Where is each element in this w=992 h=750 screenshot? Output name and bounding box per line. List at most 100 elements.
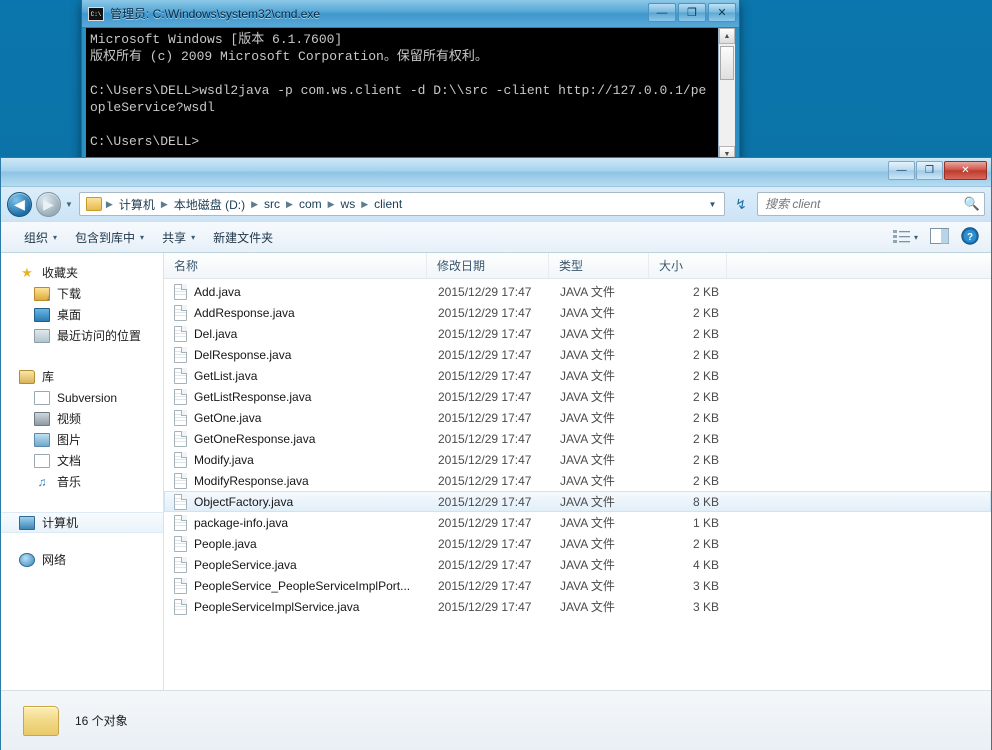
cmd-icon: C:\ — [88, 6, 104, 21]
folder-icon — [85, 197, 102, 211]
explorer-restore-button[interactable]: ❐ — [916, 161, 943, 180]
search-icon[interactable]: 🔍 — [964, 196, 980, 212]
table-row[interactable]: Del.java 2015/12/29 17:47 JAVA 文件 2 KB — [164, 323, 991, 344]
file-name-cell[interactable]: People.java — [165, 535, 428, 552]
back-button[interactable]: ◀ — [7, 191, 32, 217]
refresh-button[interactable]: ↯ — [729, 192, 753, 216]
documents-icon — [34, 453, 50, 468]
breadcrumb-item-src[interactable]: src — [259, 195, 285, 213]
table-row[interactable]: Modify.java 2015/12/29 17:47 JAVA 文件 2 KB — [164, 449, 991, 470]
breadcrumb-item-com[interactable]: com — [294, 195, 327, 213]
sidebar-item-documents[interactable]: 文档 — [1, 450, 163, 471]
table-row[interactable]: GetListResponse.java 2015/12/29 17:47 JAVA… — [164, 386, 991, 407]
sidebar-label-libraries: 库 — [42, 370, 55, 384]
file-name-label: Add.java — [194, 284, 241, 299]
explorer-close-button[interactable]: ✕ — [944, 161, 987, 180]
cmd-console-body[interactable]: Microsoft Windows [版本 6.1.7600] 版权所有 (c)… — [86, 28, 735, 162]
breadcrumb[interactable]: ▶ 计算机 ▶ 本地磁盘 (D:) ▶ src ▶ com ▶ ws ▶ cli… — [78, 192, 725, 216]
sidebar-item-recent-places[interactable]: 最近访问的位置 — [1, 325, 163, 346]
column-header-name[interactable]: 名称 — [164, 253, 427, 278]
new-folder-button[interactable]: 新建文件夹 — [204, 225, 282, 250]
sidebar-item-downloads[interactable]: 下载 — [1, 283, 163, 304]
sidebar-item-subversion[interactable]: Subversion — [1, 387, 163, 408]
explorer-minimize-button[interactable]: — — [888, 161, 915, 180]
file-name-cell[interactable]: GetList.java — [165, 367, 428, 384]
navigation-sidebar[interactable]: ★ 收藏夹 下载 桌面 最近访问的位置 — [1, 253, 164, 690]
history-dropdown-icon[interactable]: ▼ — [65, 200, 73, 209]
sidebar-item-desktop[interactable]: 桌面 — [1, 304, 163, 325]
table-row[interactable]: AddResponse.java 2015/12/29 17:47 JAVA 文件 2… — [164, 302, 991, 323]
change-view-button[interactable]: ▾ — [887, 226, 924, 249]
preview-pane-button[interactable] — [924, 225, 955, 250]
file-name-cell[interactable]: DelResponse.java — [165, 346, 428, 363]
windows-explorer-window[interactable]: — ❐ ✕ ◀ ▶ ▼ ▶ 计算机 ▶ 本地磁盘 (D:) ▶ src ▶ co… — [0, 157, 992, 750]
search-input[interactable] — [765, 197, 964, 211]
forward-button[interactable]: ▶ — [36, 191, 61, 217]
search-box[interactable]: 🔍 — [757, 192, 985, 216]
address-dropdown-icon[interactable]: ▼ — [703, 193, 722, 215]
breadcrumb-item-client[interactable]: client — [369, 195, 407, 213]
table-row[interactable]: ObjectFactory.java 2015/12/29 17:47 JAVA 文… — [164, 491, 991, 512]
help-button[interactable]: ? — [955, 224, 985, 251]
file-date-cell: 2015/12/29 17:47 — [438, 473, 532, 488]
file-name-cell[interactable]: ModifyResponse.java — [165, 472, 428, 489]
sidebar-item-computer[interactable]: 计算机 — [1, 512, 163, 533]
cmd-scroll-thumb[interactable] — [720, 46, 734, 80]
file-name-cell[interactable]: ObjectFactory.java — [165, 493, 428, 510]
include-in-library-button[interactable]: 包含到库中 ▾ — [66, 225, 153, 250]
explorer-titlebar[interactable]: — ❐ ✕ — [1, 158, 991, 187]
file-name-cell[interactable]: PeopleService_PeopleServiceImplPort... — [165, 577, 428, 594]
file-name-cell[interactable]: PeopleServiceImplService.java — [165, 598, 428, 615]
scroll-up-icon[interactable]: ▲ — [719, 28, 735, 44]
sidebar-item-libraries[interactable]: 库 — [1, 366, 163, 387]
status-item-count: 16 个对象 — [75, 714, 128, 728]
sidebar-item-pictures[interactable]: 图片 — [1, 429, 163, 450]
cmd-close-button[interactable]: ✕ — [708, 3, 736, 22]
file-list[interactable]: Add.java 2015/12/29 17:47 JAVA 文件 2 KB AddRe… — [164, 279, 991, 690]
cmd-scroll-track[interactable] — [719, 44, 735, 146]
file-name-cell[interactable]: Modify.java — [165, 451, 428, 468]
file-name-cell[interactable]: GetOneResponse.java — [165, 430, 428, 447]
cmd-scrollbar[interactable]: ▲ ▼ — [718, 28, 735, 162]
table-row[interactable]: PeopleService.java 2015/12/29 17:47 JAVA 文… — [164, 554, 991, 575]
sidebar-item-favorites[interactable]: ★ 收藏夹 — [1, 262, 163, 283]
sidebar-item-music[interactable]: ♫ 音乐 — [1, 471, 163, 492]
cmd-maximize-button[interactable]: ❐ — [678, 3, 706, 22]
table-row[interactable]: GetOne.java 2015/12/29 17:47 JAVA 文件 2 KB — [164, 407, 991, 428]
table-row[interactable]: GetOneResponse.java 2015/12/29 17:47 JAVA … — [164, 428, 991, 449]
sidebar-label-documents: 文档 — [57, 454, 82, 468]
table-row[interactable]: PeopleService_PeopleServiceImplPort... 20… — [164, 575, 991, 596]
file-name-cell[interactable]: GetOne.java — [165, 409, 428, 426]
column-header-date[interactable]: 修改日期 — [427, 253, 549, 278]
column-header-type[interactable]: 类型 — [549, 253, 649, 278]
organize-label: 组织 — [24, 230, 49, 245]
sidebar-item-videos[interactable]: 视频 — [1, 408, 163, 429]
file-name-label: PeopleService.java — [194, 557, 297, 572]
file-name-cell[interactable]: GetListResponse.java — [165, 388, 428, 405]
sidebar-label-network: 网络 — [42, 553, 67, 567]
java-file-icon — [174, 598, 187, 615]
sidebar-item-network[interactable]: 网络 — [1, 549, 163, 570]
table-row[interactable]: People.java 2015/12/29 17:47 JAVA 文件 2 KB — [164, 533, 991, 554]
table-row[interactable]: DelResponse.java 2015/12/29 17:47 JAVA 文件 2… — [164, 344, 991, 365]
cmd-minimize-button[interactable]: — — [648, 3, 676, 22]
command-prompt-window[interactable]: C:\ 管理员: C:\Windows\system32\cmd.exe — ❐… — [81, 0, 740, 167]
table-row[interactable]: GetList.java 2015/12/29 17:47 JAVA 文件 2 KB — [164, 365, 991, 386]
breadcrumb-item-local-disk-d[interactable]: 本地磁盘 (D:) — [169, 194, 250, 215]
file-name-cell[interactable]: PeopleService.java — [165, 556, 428, 573]
java-file-icon — [174, 472, 187, 489]
breadcrumb-item-ws[interactable]: ws — [336, 195, 361, 213]
file-name-cell[interactable]: AddResponse.java — [165, 304, 428, 321]
column-header-size[interactable]: 大小 — [649, 253, 727, 278]
table-row[interactable]: Add.java 2015/12/29 17:47 JAVA 文件 2 KB — [164, 281, 991, 302]
organize-button[interactable]: 组织 ▾ — [15, 225, 66, 250]
cmd-titlebar[interactable]: C:\ 管理员: C:\Windows\system32\cmd.exe — ❐… — [82, 0, 739, 28]
file-name-cell[interactable]: Add.java — [165, 283, 428, 300]
table-row[interactable]: ModifyResponse.java 2015/12/29 17:47 JAVA … — [164, 470, 991, 491]
breadcrumb-item-computer[interactable]: 计算机 — [114, 194, 160, 215]
file-name-cell[interactable]: Del.java — [165, 325, 428, 342]
share-button[interactable]: 共享 ▾ — [153, 225, 204, 250]
table-row[interactable]: PeopleServiceImplService.java 2015/12/29 … — [164, 596, 991, 617]
table-row[interactable]: package-info.java 2015/12/29 17:47 JAVA 文件… — [164, 512, 991, 533]
file-name-cell[interactable]: package-info.java — [165, 514, 428, 531]
